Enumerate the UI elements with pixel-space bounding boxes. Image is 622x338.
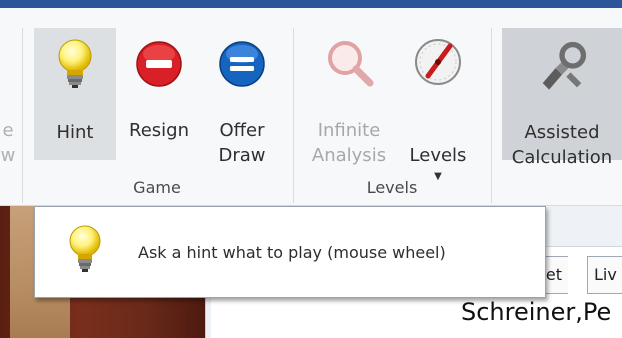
magnifier-icon: [328, 41, 374, 87]
resign-button-label: Resign: [129, 120, 189, 141]
group-separator: [293, 28, 294, 203]
hint-button-label: Hint: [56, 122, 94, 143]
resign-icon: [136, 41, 182, 87]
levels-button[interactable]: Levels ▼: [398, 26, 478, 182]
group-separator: [22, 28, 23, 203]
assisted-calculation-button[interactable]: Assisted Calculation: [502, 28, 622, 168]
lightbulb-icon: [58, 39, 92, 88]
tab-live[interactable]: Liv: [587, 256, 622, 294]
game-group-label: Game: [133, 178, 181, 197]
levels-dial-icon: [415, 39, 461, 85]
hint-button[interactable]: Hint: [34, 28, 116, 160]
infinite-analysis-button[interactable]: Infinite Analysis: [304, 26, 394, 166]
lightbulb-icon: [69, 225, 101, 272]
offer-draw-button[interactable]: Offer Draw: [204, 26, 280, 166]
levels-group-label: Levels: [366, 178, 418, 197]
group-separator: [491, 28, 492, 203]
ribbon-toolbar: e w Hint Resign Offer Draw Game Infinite…: [0, 8, 622, 206]
cut-off-ribbon-button[interactable]: e w: [0, 26, 18, 166]
resign-button[interactable]: Resign: [120, 26, 198, 158]
hint-tooltip: Ask a hint what to play (mouse wheel): [34, 206, 546, 298]
levels-label-text: Levels: [409, 145, 467, 166]
assisted-calculation-button-label: Assisted Calculation: [511, 122, 613, 168]
offer-draw-button-label: Offer Draw: [218, 120, 266, 166]
tooltip-text: Ask a hint what to play (mouse wheel): [138, 243, 446, 262]
player-name: Schreiner,Pe: [461, 298, 612, 326]
infinite-analysis-button-label: Infinite Analysis: [311, 120, 387, 166]
cut-off-button-label: e w: [0, 120, 16, 166]
offer-draw-icon: [219, 41, 265, 87]
assisted-calculation-icon: [542, 41, 587, 90]
window-title-bar: [0, 0, 622, 8]
